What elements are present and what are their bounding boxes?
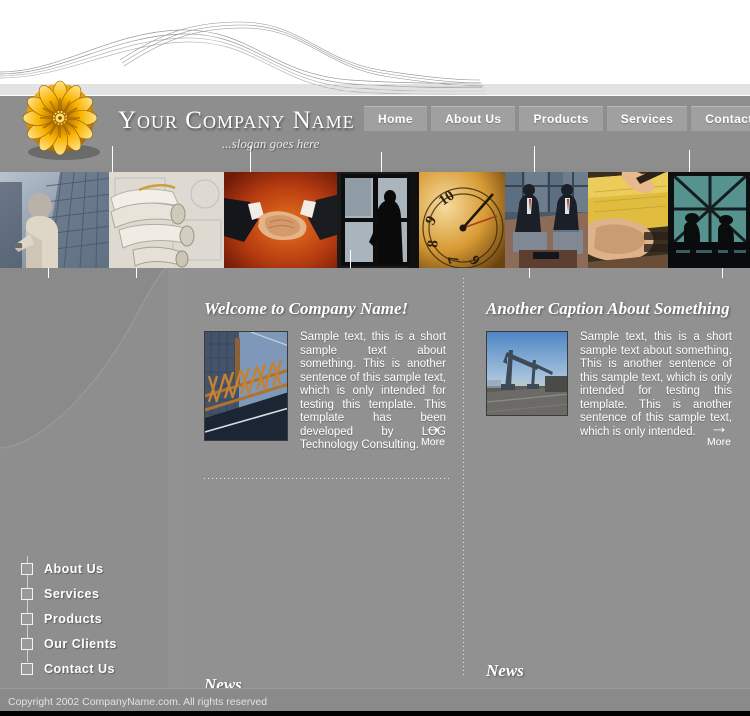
square-bullet-icon <box>21 562 33 575</box>
banner-image-strip: 10 9 8 7 6 <box>0 172 750 268</box>
sidebar-item-our-clients[interactable]: Our Clients <box>0 631 186 656</box>
column-divider <box>463 278 464 678</box>
banner-image-7 <box>588 172 669 268</box>
sidebar: About Us Services Products Our Clients C… <box>0 268 186 688</box>
sidebar-item-about-us[interactable]: About Us <box>0 556 186 581</box>
sidebar-item-label: Products <box>44 611 103 626</box>
banner-image-8 <box>668 172 750 268</box>
arrow-right-icon: → <box>423 417 443 438</box>
nav-item-about-us[interactable]: About Us <box>430 106 516 131</box>
tick-mark <box>529 268 530 278</box>
slogan: ...slogan goes here <box>222 136 320 151</box>
nav-item-products[interactable]: Products <box>519 106 603 131</box>
nav-item-services[interactable]: Services <box>606 106 688 131</box>
sidebar-item-label: Services <box>44 586 100 601</box>
caption-image <box>486 331 568 416</box>
footer-bottom-bar <box>0 711 750 716</box>
news-section-right: News <box>464 439 750 716</box>
banner-image-5: 10 9 8 7 6 <box>418 172 505 268</box>
left-column: Welcome to Company Name! Sample text, th… <box>186 268 464 716</box>
more-label: More <box>421 436 445 448</box>
nav-item-contact-us[interactable]: Contact Us <box>691 106 750 131</box>
tick-mark <box>534 146 535 172</box>
main-content: Welcome to Company Name! Sample text, th… <box>186 268 750 716</box>
page-root: Your Company Name ...slogan goes here Ho… <box>0 0 750 716</box>
welcome-title: Welcome to Company Name! <box>204 299 409 318</box>
tick-mark <box>112 146 113 172</box>
tick-mark <box>722 268 723 278</box>
sidebar-item-products[interactable]: Products <box>0 606 186 631</box>
banner-image-1 <box>0 172 110 268</box>
sidebar-navigation: About Us Services Products Our Clients C… <box>0 556 186 681</box>
banner-image-2 <box>109 172 225 268</box>
main-navigation: Home About Us Products Services Contact … <box>364 106 750 131</box>
tick-mark <box>381 152 382 172</box>
caption-title: Another Caption About Something <box>486 299 730 318</box>
sidebar-item-services[interactable]: Services <box>0 581 186 606</box>
square-bullet-icon <box>21 612 33 625</box>
welcome-more-link[interactable]: → More <box>416 417 450 448</box>
sidebar-item-label: About Us <box>44 561 104 576</box>
tick-mark <box>136 268 137 278</box>
nav-item-home[interactable]: Home <box>364 106 427 131</box>
wave-decoration <box>0 21 750 95</box>
welcome-section: Welcome to Company Name! Sample text, th… <box>186 268 464 453</box>
sidebar-item-contact-us[interactable]: Contact Us <box>0 656 186 681</box>
welcome-image <box>204 331 288 441</box>
tick-mark <box>48 268 49 278</box>
page-title: Your Company Name <box>118 107 355 134</box>
square-bullet-icon <box>21 587 33 600</box>
news-title-right: News <box>486 661 524 680</box>
gold-flower-logo <box>22 80 100 160</box>
banner-image-6 <box>504 172 589 268</box>
sidebar-item-label: Contact Us <box>44 661 115 676</box>
copyright-text: Copyright 2002 CompanyName.com. All righ… <box>8 696 268 708</box>
arrow-right-icon: → <box>709 417 729 438</box>
tick-mark <box>350 250 351 268</box>
svg-text:8: 8 <box>425 239 442 248</box>
caption-section: Another Caption About Something Sample t… <box>464 268 750 448</box>
square-bullet-icon <box>21 637 33 650</box>
right-column: Another Caption About Something Sample t… <box>464 268 750 716</box>
banner-image-3 <box>224 172 338 268</box>
sidebar-item-label: Our Clients <box>44 636 117 651</box>
tick-mark <box>689 150 690 172</box>
header-white-band <box>0 0 750 96</box>
news-section-left: News <box>186 453 464 716</box>
square-bullet-icon <box>21 662 33 675</box>
